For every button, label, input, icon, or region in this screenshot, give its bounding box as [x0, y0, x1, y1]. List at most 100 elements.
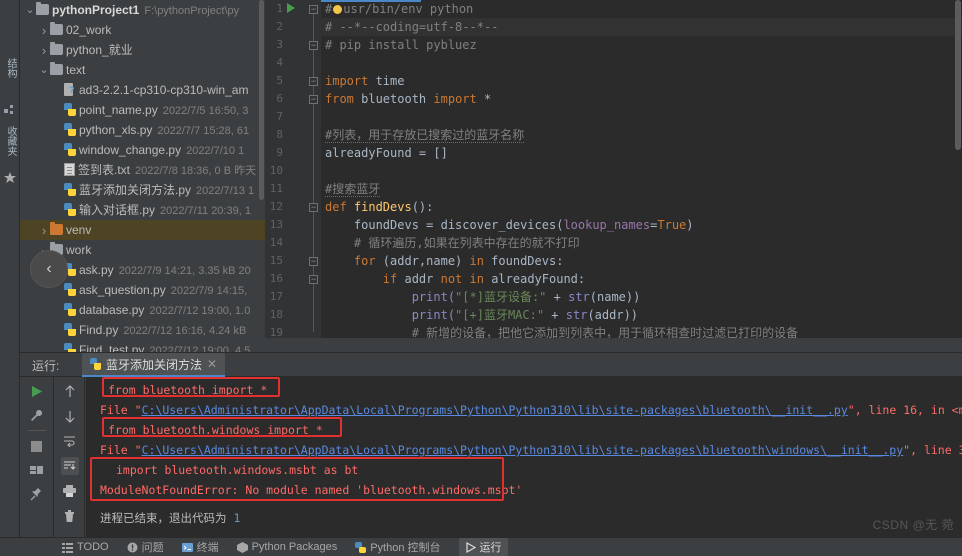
run-panel-header: 运行: 蓝牙添加关闭方法 ✕: [20, 353, 962, 377]
tree-row[interactable]: window_change.py 2022/7/10 1: [20, 140, 265, 160]
tree-row[interactable]: › 02_work: [20, 20, 265, 40]
folder-icon: [50, 22, 63, 35]
run-gutter-icon[interactable]: [287, 3, 295, 13]
tree-row[interactable]: Find_test.py 2022/7/12 19:00, 4.5: [20, 340, 265, 352]
chevron-down-icon[interactable]: ⌄: [38, 60, 50, 80]
run-icon[interactable]: [28, 382, 46, 400]
fold-toggle-icon[interactable]: −: [309, 77, 318, 86]
code-line[interactable]: import time: [325, 72, 404, 90]
chevron-down-icon[interactable]: ⌄: [24, 0, 36, 20]
code-token: str: [565, 308, 588, 322]
tree-row[interactable]: ? ad3-2.2.1-cp310-cp310-win_am: [20, 80, 265, 100]
file-path-link[interactable]: C:\Users\Administrator\AppData\Local\Pro…: [142, 443, 904, 457]
run-panel-label: 运行:: [32, 359, 60, 373]
code-line[interactable]: for (addr,name) in foundDevs:: [325, 252, 564, 270]
code-line[interactable]: foundDevs = discover_devices(lookup_name…: [325, 216, 694, 234]
code-line[interactable]: # pip install pybluez: [325, 36, 477, 54]
fold-toggle-icon[interactable]: −: [309, 95, 318, 104]
fold-toggle-icon[interactable]: −: [309, 275, 318, 284]
status-bar-item-run[interactable]: 运行: [458, 538, 508, 556]
trash-icon[interactable]: [61, 507, 79, 525]
code-line[interactable]: from bluetooth import *: [325, 90, 491, 108]
fold-toggle-icon[interactable]: −: [309, 5, 318, 14]
list-icon: [62, 542, 73, 553]
code-line[interactable]: # 循环遍历,如果在列表中存在的就不打印: [325, 234, 580, 252]
status-bar-item-python-console[interactable]: Python 控制台: [355, 539, 441, 555]
run-toolbar-secondary: [55, 377, 85, 538]
layout-icon[interactable]: [28, 461, 46, 479]
line-number: 3: [276, 38, 283, 51]
status-bar-item-python-packages[interactable]: Python Packages: [236, 541, 337, 553]
tree-row[interactable]: ⌄ pythonProject1 F:\pythonProject\py: [20, 0, 265, 20]
code-line[interactable]: print("[+]蓝牙MAC:" + str(addr)): [325, 306, 638, 324]
project-tree[interactable]: ⌄ pythonProject1 F:\pythonProject\py › 02_wo…: [20, 0, 265, 352]
tree-item-label: ask.py: [79, 263, 114, 277]
tree-row[interactable]: python_xls.py 2022/7/7 15:28, 61: [20, 120, 265, 140]
run-config-tab[interactable]: 蓝牙添加关闭方法 ✕: [82, 353, 226, 377]
editor-scrollbar-thumb[interactable]: [955, 0, 961, 150]
wrench-settings-icon[interactable]: [28, 406, 46, 424]
text-file-icon: [64, 163, 75, 176]
code-token: for: [325, 254, 376, 268]
python-file-icon: [90, 358, 101, 370]
python-file-icon: [64, 303, 76, 316]
fold-toggle-icon[interactable]: −: [309, 41, 318, 50]
line-number: 10: [269, 164, 283, 177]
scroll-to-end-icon[interactable]: [60, 457, 79, 475]
folder-icon: [50, 42, 63, 55]
stop-icon[interactable]: [28, 437, 46, 455]
status-bar-item-todo[interactable]: TODO: [62, 541, 109, 553]
tree-scrollbar-thumb[interactable]: [259, 0, 264, 200]
code-line[interactable]: # 新增的设备，把他它添加到列表中，用于循环相查时过滤已打印的设备: [325, 324, 798, 338]
tree-row[interactable]: 签到表.txt 2022/7/8 18:36, 0 B 昨天: [20, 160, 265, 180]
soft-wrap-icon[interactable]: [61, 432, 79, 450]
code-token: +: [544, 308, 566, 322]
code-line[interactable]: # usr/bin/env python: [325, 0, 473, 18]
sidebar-item-structure[interactable]: 结构: [2, 58, 18, 78]
status-bar-item-label: Python 控制台: [370, 542, 441, 554]
tree-row[interactable]: › python_就业: [20, 40, 265, 60]
chevron-right-icon[interactable]: ›: [38, 21, 50, 40]
code-line[interactable]: #搜索蓝牙: [325, 180, 381, 198]
code-line[interactable]: # --*--coding=utf-8--*--: [321, 18, 962, 36]
tree-row[interactable]: › venv: [20, 220, 265, 240]
console-text: ": [847, 403, 855, 417]
code-line[interactable]: if addr not in alreadyFound:: [325, 270, 585, 288]
editor-gutter[interactable]: 1 2 3 4 5 6 7 8 9 10 11 12 13 14 15 16 17 18 19 − − − − − …: [265, 0, 321, 338]
run-console-output[interactable]: from bluetooth import * File "C:\Users\Ad…: [86, 377, 962, 538]
print-icon[interactable]: [61, 482, 79, 500]
chevron-right-icon[interactable]: ›: [38, 41, 50, 60]
code-editor[interactable]: 1 2 3 4 5 6 7 8 9 10 11 12 13 14 15 16 17 18 19 − − − − − …: [265, 0, 962, 338]
chevron-right-icon[interactable]: ›: [38, 221, 50, 240]
fold-toggle-icon[interactable]: −: [309, 257, 318, 266]
tree-row[interactable]: point_name.py 2022/7/5 16:50, 3: [20, 100, 265, 120]
sidebar-item-favorites[interactable]: 收藏夹: [2, 126, 18, 156]
tree-scrollbar[interactable]: [258, 0, 265, 352]
tree-row[interactable]: ⌄ text: [20, 60, 265, 80]
tree-row[interactable]: database.py 2022/7/12 19:00, 1.0: [20, 300, 265, 320]
tree-item-label: pythonProject1: [52, 3, 140, 17]
collapse-panel-button[interactable]: ‹: [30, 250, 68, 288]
code-line[interactable]: print("[*]蓝牙设备:" + str(name)): [325, 288, 641, 306]
status-bar-item-label: TODO: [77, 541, 109, 553]
status-bar-item-terminal[interactable]: 终端: [181, 539, 219, 555]
code-token: ():: [411, 200, 434, 214]
tree-row[interactable]: Find.py 2022/7/12 16:16, 4.24 kB: [20, 320, 265, 340]
file-path-link[interactable]: C:\Users\Administrator\AppData\Local\Pro…: [142, 403, 848, 417]
status-bar-item-problems[interactable]: 问题: [127, 539, 164, 555]
scroll-down-icon[interactable]: [61, 407, 79, 425]
scroll-up-icon[interactable]: [61, 382, 79, 400]
tree-row[interactable]: 蓝牙添加关闭方法.py 2022/7/13 1: [20, 180, 265, 200]
fold-toggle-icon[interactable]: −: [309, 203, 318, 212]
code-token: print(: [325, 290, 456, 304]
code-content[interactable]: # usr/bin/env python # --*--coding=utf-8--…: [321, 0, 962, 338]
close-icon[interactable]: ✕: [207, 357, 217, 371]
code-line[interactable]: #列表，用于存放已搜索过的蓝牙名称: [325, 126, 525, 144]
code-token: not in: [440, 272, 484, 286]
editor-scrollbar[interactable]: [954, 0, 962, 338]
intention-bulb-icon[interactable]: [333, 5, 343, 14]
pin-icon[interactable]: [28, 485, 46, 503]
tree-row[interactable]: 输入对话框.py 2022/7/11 20:39, 1: [20, 200, 265, 220]
code-line[interactable]: def findDevs():: [325, 198, 433, 216]
code-line[interactable]: alreadyFound = []: [325, 144, 448, 162]
